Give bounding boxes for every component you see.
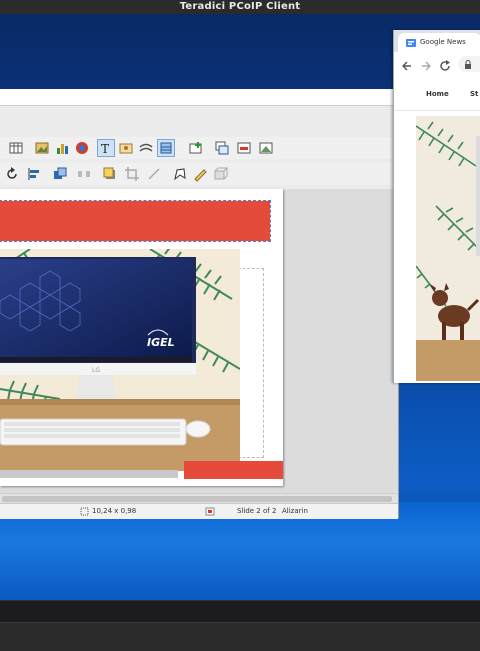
rotate-icon[interactable] bbox=[4, 166, 20, 182]
chrome-toolbar bbox=[394, 52, 480, 77]
points-icon[interactable] bbox=[172, 166, 188, 182]
chart-icon[interactable] bbox=[54, 140, 70, 156]
nav-tab-home[interactable]: Home bbox=[426, 90, 449, 98]
slide-placeholder[interactable] bbox=[238, 268, 264, 458]
text-box-icon[interactable]: T bbox=[97, 139, 115, 157]
distribute-icon[interactable] bbox=[76, 166, 92, 182]
slide-canvas[interactable]: IGEL LG bbox=[0, 189, 283, 486]
window-title: Teradici PCoIP Client bbox=[179, 1, 301, 12]
lock-icon bbox=[465, 60, 471, 69]
table-icon[interactable] bbox=[8, 140, 24, 156]
svg-text:IGEL: IGEL bbox=[147, 336, 175, 349]
taskbar[interactable] bbox=[0, 600, 480, 623]
drawing-toolbar bbox=[0, 163, 398, 185]
toggle-3d-icon[interactable] bbox=[212, 166, 229, 182]
reload-icon[interactable] bbox=[439, 57, 451, 76]
size-icon bbox=[80, 504, 90, 522]
standard-toolbar: T bbox=[0, 137, 398, 159]
svg-text:T: T bbox=[101, 142, 109, 156]
duplicate-slide-icon[interactable] bbox=[214, 140, 230, 156]
back-icon[interactable] bbox=[401, 57, 413, 76]
toggle-extrusion-icon[interactable] bbox=[157, 139, 175, 157]
google-news-favicon-icon bbox=[406, 39, 416, 47]
shadow-icon[interactable] bbox=[102, 166, 118, 182]
svg-text:LG: LG bbox=[92, 367, 100, 374]
news-article-image[interactable] bbox=[416, 116, 480, 381]
slide-workspace[interactable]: IGEL LG bbox=[0, 189, 398, 493]
chrome-tab-strip: Google News bbox=[394, 30, 480, 52]
glue-points-icon[interactable] bbox=[192, 166, 208, 182]
slide-layout-icon[interactable] bbox=[258, 140, 274, 156]
scrollbar-thumb[interactable] bbox=[2, 496, 392, 502]
impress-window: T IGEL LG 10,24 x 0,98 Slide 2 of 2 Aliz… bbox=[0, 89, 399, 519]
media-icon[interactable] bbox=[74, 140, 90, 156]
google-news-nav: Home St bbox=[394, 76, 480, 111]
forward-icon[interactable] bbox=[420, 57, 432, 76]
line-icon[interactable] bbox=[146, 166, 162, 182]
chrome-window: Google News Home St bbox=[393, 30, 480, 383]
address-bar[interactable] bbox=[458, 56, 480, 72]
chrome-tab-title: Google News bbox=[420, 38, 466, 46]
image-icon[interactable] bbox=[34, 140, 50, 156]
insert-special-character-icon[interactable] bbox=[118, 140, 134, 156]
status-slide-number[interactable]: Slide 2 of 2 bbox=[237, 504, 276, 519]
slide-photo[interactable]: IGEL LG bbox=[0, 249, 240, 471]
slide-title-bar[interactable] bbox=[0, 200, 271, 242]
insert-slide-icon[interactable] bbox=[188, 140, 204, 156]
slide-footer-bar bbox=[0, 470, 178, 478]
fontwork-icon[interactable] bbox=[138, 140, 154, 156]
delete-slide-icon[interactable] bbox=[236, 140, 252, 156]
window-title-bar: Teradici PCoIP Client bbox=[0, 0, 480, 15]
status-bar: 10,24 x 0,98 Slide 2 of 2 Alizarin bbox=[0, 503, 398, 519]
slide-accent-bar bbox=[184, 461, 283, 479]
align-objects-icon[interactable] bbox=[26, 166, 42, 182]
status-position: 10,24 x 0,98 bbox=[92, 507, 137, 515]
impress-menubar[interactable] bbox=[0, 89, 398, 106]
digital-signature-icon[interactable] bbox=[205, 504, 215, 522]
nav-tab-stories[interactable]: St bbox=[470, 90, 478, 98]
arrange-icon[interactable] bbox=[52, 166, 68, 182]
status-theme[interactable]: Alizarin bbox=[282, 504, 308, 519]
client-bottom-bar bbox=[0, 622, 480, 651]
crop-icon[interactable] bbox=[124, 166, 140, 182]
